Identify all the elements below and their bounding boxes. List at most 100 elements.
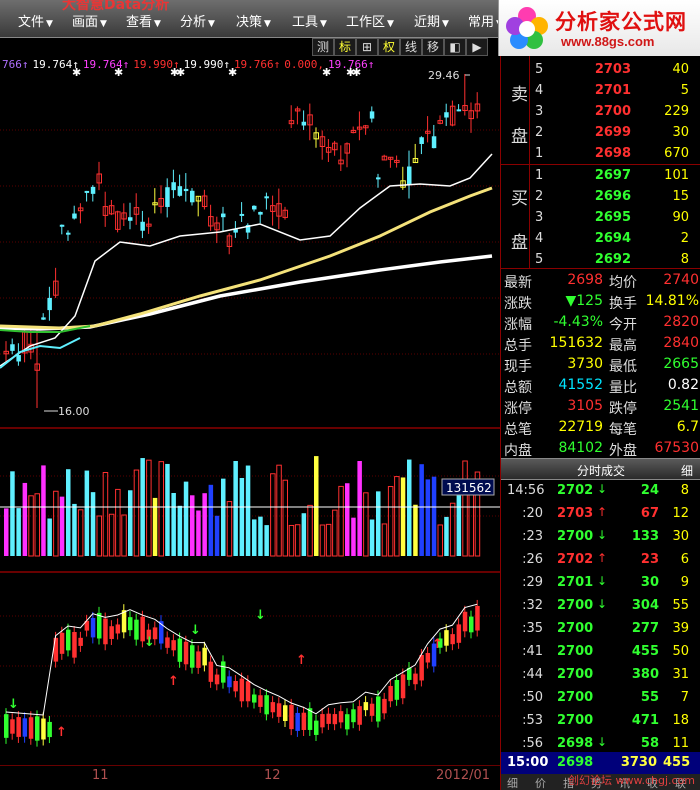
menu-item-4[interactable]: 决策 ▼ xyxy=(236,11,271,30)
candle[interactable] xyxy=(59,224,65,227)
readout-value: 19.990↑ xyxy=(183,58,230,71)
toolbar-button-1[interactable]: 标 xyxy=(334,38,356,56)
candle[interactable] xyxy=(16,355,21,362)
candle[interactable] xyxy=(84,190,90,193)
chevron-down-icon: ▼ xyxy=(154,19,161,29)
candle[interactable] xyxy=(419,137,424,144)
candle[interactable] xyxy=(140,221,145,231)
menu-item-label: 分析 xyxy=(180,15,207,30)
volume-bar xyxy=(351,517,356,556)
candle[interactable] xyxy=(66,232,71,235)
volume-bar xyxy=(456,490,462,556)
sell-row[interactable]: 1 2698 670 xyxy=(501,143,700,165)
candle[interactable] xyxy=(177,186,183,196)
tick-row[interactable]: :35 2700 277 39 xyxy=(501,618,700,641)
menu-item-2[interactable]: 查看 ▼ xyxy=(126,11,161,30)
tick-row[interactable]: :41 2700 455 50 xyxy=(501,641,700,664)
indicator-bar xyxy=(301,712,307,730)
buy-row[interactable]: 3 2695 90 xyxy=(501,207,700,229)
toolbar-button-4[interactable]: 线 xyxy=(400,38,422,56)
tick-time: :29 xyxy=(522,575,543,590)
tick-row[interactable]: :53 2700 471 18 xyxy=(501,710,700,733)
buy-row[interactable]: 2 2696 15 xyxy=(501,186,700,208)
stat-label: 总手 xyxy=(504,338,532,354)
buy-row[interactable]: 4 2694 2 xyxy=(501,228,700,250)
stat-row: 现手 3730 最低 2665 xyxy=(501,354,700,375)
kline-chart[interactable]: 29.4616.00✱ ✱ ✱✱ ✱ ✱ ✱✱131562↓↑↓↑↓↓↑↑ xyxy=(0,56,500,790)
candle[interactable] xyxy=(183,188,189,192)
tick-row[interactable]: :26 2702 ↑ 23 6 xyxy=(501,549,700,572)
candle[interactable] xyxy=(10,344,15,351)
ticks-detail-toggle[interactable]: 细 xyxy=(681,462,693,479)
sell-row[interactable]: 5 2703 40 xyxy=(501,59,700,81)
candle[interactable] xyxy=(190,190,195,203)
candle[interactable] xyxy=(301,121,307,126)
bottom-tab-0[interactable]: 细 xyxy=(507,775,518,790)
sell-row[interactable]: 2 2699 30 xyxy=(501,122,700,144)
candle[interactable] xyxy=(431,136,437,149)
chart-bg xyxy=(0,56,500,790)
toolbar-button-7[interactable]: ▶ xyxy=(466,38,488,56)
bottom-tab-1[interactable]: 价 xyxy=(535,775,546,790)
menu-item-1[interactable]: 画面 ▼ xyxy=(72,11,107,30)
candle[interactable] xyxy=(221,213,226,218)
buy-row[interactable]: 1 2697 101 xyxy=(501,165,700,187)
price: 2697 xyxy=(594,168,631,183)
menu-item-7[interactable]: 近期 ▼ xyxy=(414,11,449,30)
stat-label: 量比 xyxy=(609,380,637,396)
candle[interactable] xyxy=(252,205,257,210)
level: 4 xyxy=(535,83,544,98)
candle[interactable] xyxy=(456,109,462,112)
tick-row[interactable]: :44 2700 380 31 xyxy=(501,664,700,687)
stat-row: 总手 151632 最高 2840 xyxy=(501,333,700,354)
menu-item-0[interactable]: 文件 ▼ xyxy=(18,11,53,30)
indicator-bar xyxy=(183,641,189,665)
ticks-header[interactable]: 分时成交 细 xyxy=(501,458,700,480)
tick-row[interactable]: :50 2700 55 7 xyxy=(501,687,700,710)
menu-item-label: 工作区 xyxy=(346,15,386,30)
menu-item-label: 近期 xyxy=(414,15,441,30)
candle[interactable] xyxy=(444,112,449,118)
sell-row[interactable]: 3 2700 229 xyxy=(501,101,700,123)
tick-row[interactable]: :29 2701 ↓ 30 9 xyxy=(501,572,700,595)
candle[interactable] xyxy=(239,213,245,216)
candle[interactable] xyxy=(264,196,269,199)
menu-item-5[interactable]: 工具 ▼ xyxy=(292,11,327,30)
toolbar-button-6[interactable]: ◧ xyxy=(444,38,466,56)
candle[interactable] xyxy=(72,213,77,219)
tick-row[interactable]: :32 2700 ↓ 304 55 xyxy=(501,595,700,618)
candle[interactable] xyxy=(41,317,46,320)
volume-bar xyxy=(41,465,46,556)
indicator-bar xyxy=(190,645,195,668)
tick-row[interactable]: 14:56 2702 ↓ 24 8 xyxy=(501,480,700,503)
candle[interactable] xyxy=(376,177,381,180)
toolbar-button-2[interactable]: ⊞ xyxy=(356,38,378,56)
tick-row[interactable]: :20 2703 ↑ 67 12 xyxy=(501,503,700,526)
menu-item-6[interactable]: 工作区 ▼ xyxy=(346,11,394,30)
indicator-bar xyxy=(475,605,480,631)
stat-label: 涨停 xyxy=(504,401,532,417)
price: 2694 xyxy=(594,231,631,246)
candle[interactable] xyxy=(90,186,96,194)
candle[interactable] xyxy=(171,182,176,191)
candle[interactable] xyxy=(258,211,263,215)
toolbar-button-3[interactable]: 权 xyxy=(378,38,400,56)
volume-bar xyxy=(4,508,9,556)
arrow-up-icon: ↑ xyxy=(56,725,67,740)
candle[interactable] xyxy=(128,217,133,221)
volume-bar xyxy=(22,482,28,556)
indicator-bar xyxy=(320,714,325,728)
stat-value: ▼125 xyxy=(565,293,604,309)
menu-item-3[interactable]: 分析 ▼ xyxy=(180,11,215,30)
candle[interactable] xyxy=(369,111,375,119)
sell-row[interactable]: 4 2701 5 xyxy=(501,80,700,102)
toolbar-button-0[interactable]: 测 xyxy=(312,38,334,56)
stat-row: 涨幅 -4.43% 今开 2820 xyxy=(501,312,700,333)
stat-value: 2698 xyxy=(567,272,603,288)
candle[interactable] xyxy=(47,297,52,311)
candle[interactable] xyxy=(407,166,412,185)
tick-row[interactable]: :23 2700 ↓ 133 30 xyxy=(501,526,700,549)
toolbar-button-5[interactable]: 移 xyxy=(422,38,444,56)
volume-bar xyxy=(177,505,183,556)
candle[interactable] xyxy=(165,187,170,207)
